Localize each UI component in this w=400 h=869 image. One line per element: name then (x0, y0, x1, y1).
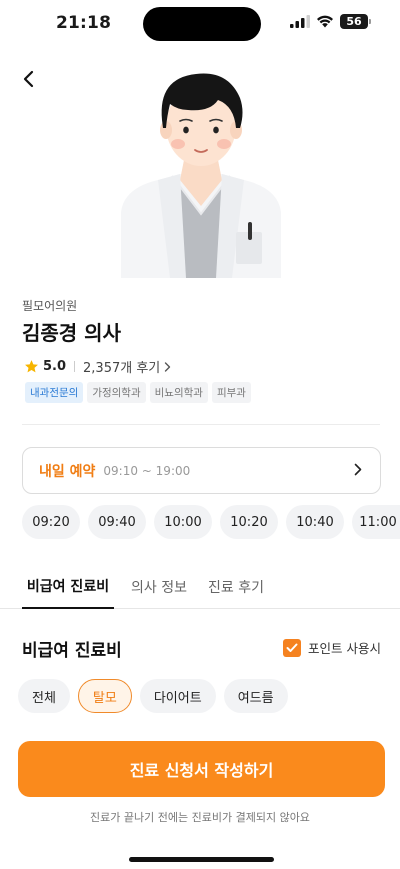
doctor-name: 김종경 의사 (22, 321, 121, 345)
section-title: 비급여 진료비 (22, 641, 122, 661)
star-icon (25, 360, 38, 373)
time-slot[interactable]: 10:20 (220, 505, 278, 539)
point-use-checkbox[interactable]: 포인트 사용시 (283, 638, 381, 657)
specialty-tags: 내과전문의 가정의학과 비뇨의학과 피부과 (25, 382, 251, 403)
tab-doctor-info[interactable]: 의사 정보 (128, 565, 190, 609)
time-slot[interactable]: 09:40 (88, 505, 146, 539)
time-slot[interactable]: 10:00 (154, 505, 212, 539)
review-count: 2,357개 후기 (83, 361, 161, 376)
checkmark-icon (286, 643, 298, 652)
specialty-tag: 가정의학과 (87, 382, 146, 403)
signal-icon (290, 15, 310, 28)
write-application-button[interactable]: 진료 신청서 작성하기 (18, 741, 385, 797)
tab-reviews[interactable]: 진료 후기 (204, 565, 268, 609)
time-slot[interactable]: 10:40 (286, 505, 344, 539)
review-count-link[interactable]: 2,357개 후기 (83, 357, 171, 376)
reservation-label: 내일 예약 (39, 463, 96, 480)
rating-divider (74, 361, 76, 372)
point-use-label: 포인트 사용시 (308, 641, 381, 656)
time-slot-list: 09:20 09:40 10:00 10:20 10:40 11:00 (22, 505, 400, 539)
filter-chip-acne[interactable]: 여드름 (223, 679, 288, 713)
doctor-illustration (121, 73, 281, 278)
filter-chip-hair-loss[interactable]: 탈모 (77, 679, 132, 713)
clinic-name: 필모어의원 (22, 299, 78, 313)
filter-chip-diet[interactable]: 다이어트 (139, 679, 216, 713)
time-slot[interactable]: 09:20 (22, 505, 80, 539)
checkbox (283, 638, 302, 657)
specialty-tag: 내과전문의 (25, 382, 84, 403)
chevron-right-icon (165, 361, 171, 372)
dynamic-island (143, 7, 261, 41)
status-icons: 56 (290, 14, 371, 29)
filter-chip-all[interactable]: 전체 (18, 679, 70, 713)
status-bar: 21:18 56 (0, 0, 400, 48)
payment-notice: 진료가 끝나기 전에는 진료비가 결제되지 않아요 (90, 811, 310, 824)
specialty-tag: 피부과 (211, 382, 251, 403)
reservation-hours: 09:10 ~ 19:00 (103, 463, 191, 478)
detail-tabs: 비급여 진료비 의사 정보 진료 후기 (0, 565, 400, 609)
back-arrow-icon (23, 70, 34, 88)
wifi-icon (317, 15, 333, 28)
fee-category-filters: 전체 탈모 다이어트 여드름 (18, 679, 288, 713)
chevron-right-icon (354, 463, 362, 476)
battery-indicator: 56 (340, 14, 371, 29)
time-slot[interactable]: 11:00 (352, 505, 400, 539)
home-indicator (129, 857, 274, 862)
back-button[interactable] (14, 64, 44, 94)
rating-score: 5.0 (43, 359, 67, 374)
section-divider (22, 424, 380, 425)
specialty-tag: 비뇨의학과 (149, 382, 208, 403)
status-time: 21:18 (56, 13, 112, 33)
rating-row: 5.0 2,357개 후기 (24, 357, 171, 376)
tab-fees[interactable]: 비급여 진료비 (22, 565, 114, 609)
reservation-card[interactable]: 내일 예약 09:10 ~ 19:00 (22, 447, 381, 494)
